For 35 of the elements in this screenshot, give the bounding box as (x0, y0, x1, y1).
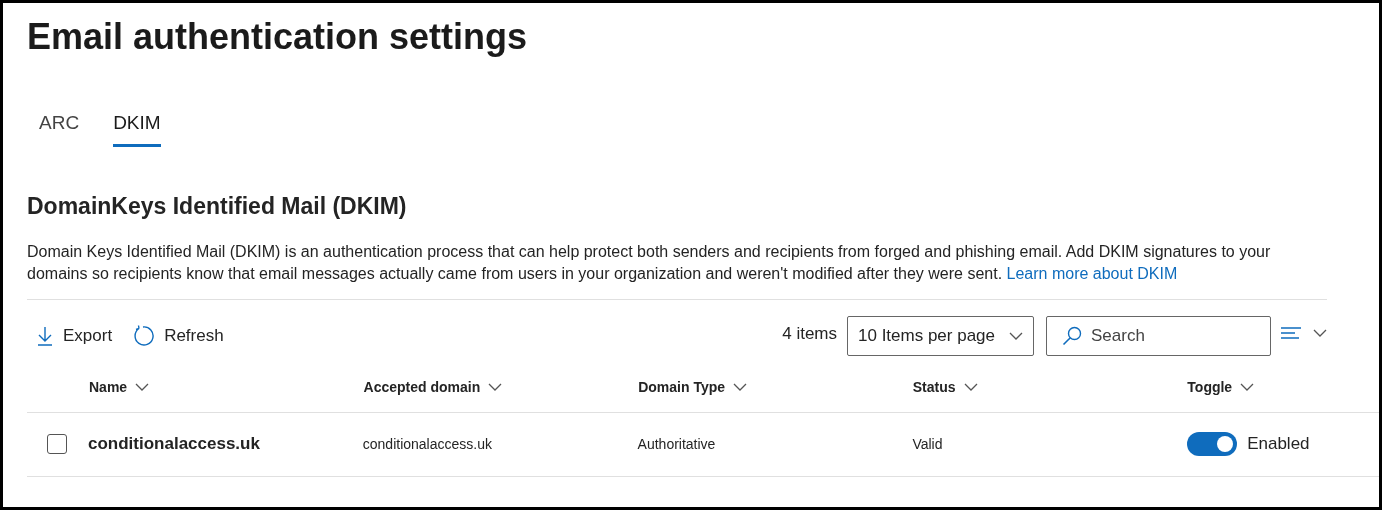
column-header[interactable]: Name (89, 376, 364, 398)
column-header[interactable]: Toggle (1187, 376, 1379, 398)
item-count: 4 items (782, 323, 837, 346)
page-size-dropdown[interactable]: 10 Items per page (847, 316, 1034, 356)
chevron-icon (488, 383, 503, 391)
chevron-icon (1240, 383, 1255, 391)
export-button[interactable]: Export (27, 318, 123, 354)
table-cell: Valid (912, 436, 943, 452)
column-header[interactable]: Domain Type (638, 376, 913, 398)
chevron-icon (1009, 332, 1023, 340)
table-cell: Authoritative (637, 436, 716, 452)
row-checkbox[interactable] (47, 434, 67, 454)
download-icon (37, 326, 53, 346)
toggle-switch[interactable] (1187, 432, 1238, 456)
page-title: Email authentication settings (27, 15, 529, 59)
filter-menu-button[interactable] (1281, 327, 1327, 339)
table-cell: conditionalaccess.uk (88, 434, 260, 454)
chevron-icon (963, 383, 978, 391)
chevron-icon (1313, 329, 1327, 337)
tab[interactable]: DKIM (113, 109, 161, 147)
description: Domain Keys Identified Mail (DKIM) is an authentication process that can help protect both senders and recipients from forged and phishing email. Add DKIM signatures to your domains so recipients know that email messages actually came from users in your organization and weren't modified after they were sent. Learn more about DKIM (27, 241, 1272, 284)
learn-more-link[interactable]: Learn more about DKIM (1006, 264, 1178, 282)
list-icon (1281, 327, 1301, 339)
chevron-icon (733, 383, 748, 391)
refresh-icon (132, 325, 155, 347)
section-heading: DomainKeys Identified Mail (DKIM) (27, 191, 408, 221)
refresh-button[interactable]: Refresh (122, 318, 234, 354)
tab[interactable]: ARC (39, 109, 80, 147)
column-header[interactable]: Status (912, 376, 1188, 398)
table-cell: conditionalaccess.uk (362, 436, 492, 452)
chevron-icon (135, 383, 150, 391)
toggle-label: Enabled (1247, 433, 1310, 456)
column-header[interactable]: Accepted domain (363, 376, 639, 398)
search-icon (1062, 326, 1082, 346)
search-field[interactable]: Search (1046, 316, 1271, 356)
